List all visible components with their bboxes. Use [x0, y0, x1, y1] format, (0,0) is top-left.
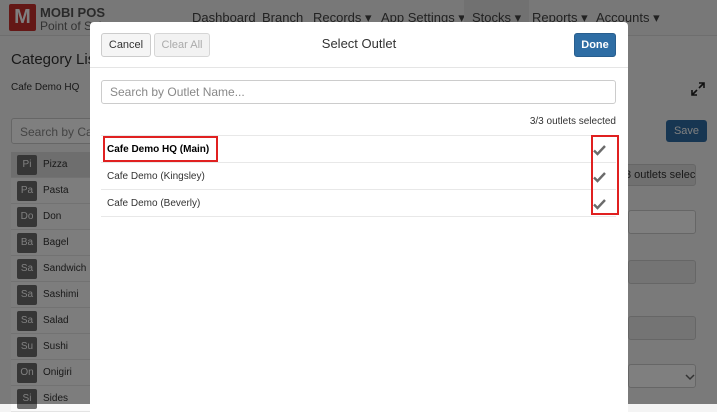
modal-title: Select Outlet — [321, 36, 397, 51]
outlet-row[interactable]: Cafe Demo (Kingsley) — [101, 163, 616, 190]
highlight-main-outlet — [103, 136, 218, 162]
selected-count: 3/3 outlets selected — [529, 116, 616, 127]
modal-header: Cancel Clear All Select Outlet Done — [90, 22, 628, 68]
select-outlet-modal: Cancel Clear All Select Outlet Done 3/3 … — [90, 22, 628, 412]
done-button[interactable]: Done — [574, 33, 616, 57]
outlet-name: Cafe Demo (Beverly) — [107, 197, 201, 209]
outlet-search-input[interactable] — [101, 80, 616, 104]
outlet-name: Cafe Demo (Kingsley) — [107, 170, 205, 182]
highlight-checkmarks — [591, 135, 619, 215]
outlet-row[interactable]: Cafe Demo (Beverly) — [101, 190, 616, 217]
